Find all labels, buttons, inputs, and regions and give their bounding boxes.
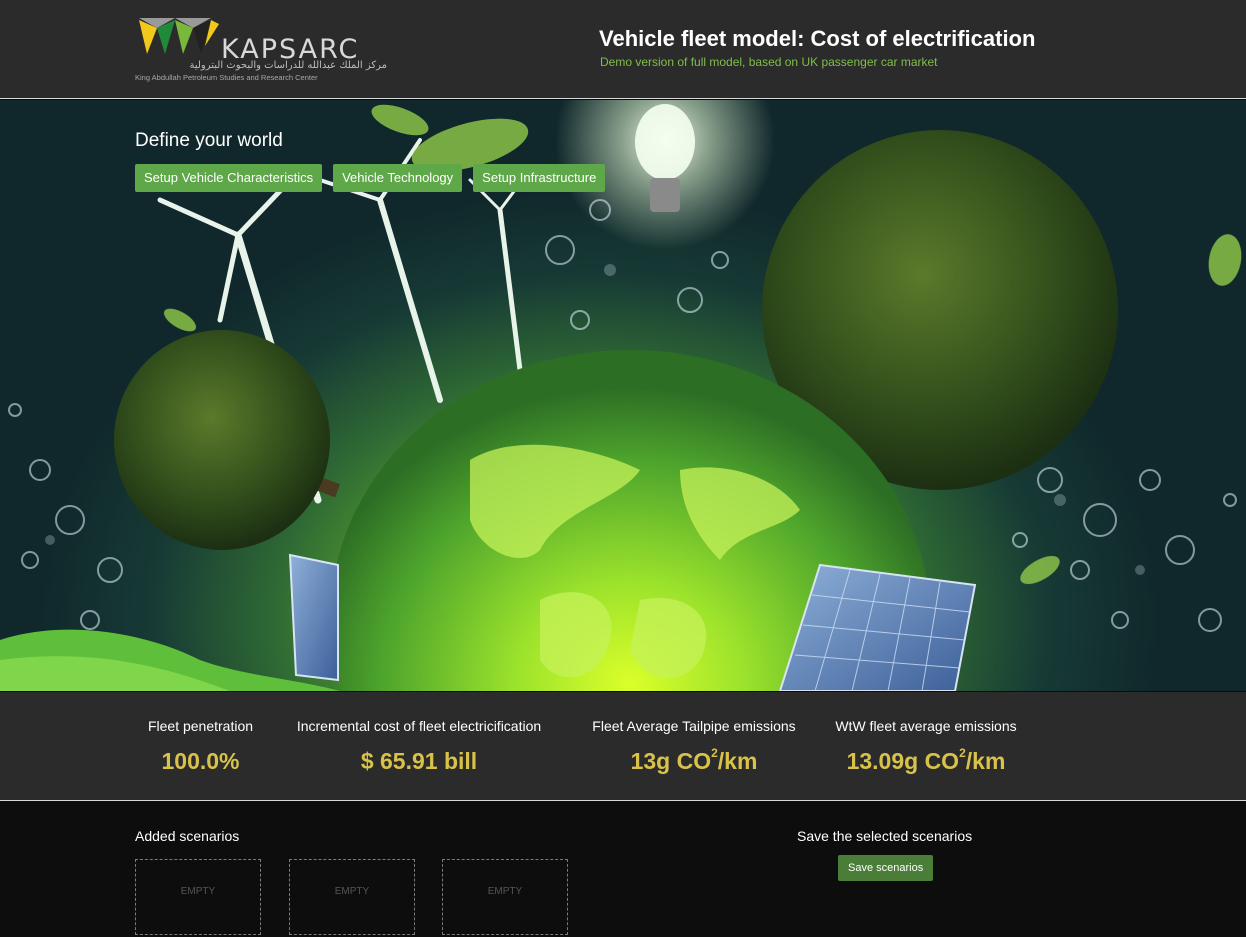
metric-value-unit: /km [965,748,1006,774]
save-scenarios-button[interactable]: Save scenarios [838,855,934,881]
app-header: KAPSARC مركز الملك عبدالله للدراسات والب… [0,0,1246,99]
metric-value: 100.0% [161,748,240,774]
metric-label: Incremental cost of fleet electricificat… [296,718,542,734]
vehicle-technology-button[interactable]: Vehicle Technology [333,164,463,192]
metric-incremental-cost: Incremental cost of fleet electricificat… [286,718,552,775]
logo-arabic-name: مركز الملك عبدالله للدراسات والبحوث البت… [189,60,387,71]
page-subtitle: Demo version of full model, based on UK … [600,55,938,69]
logo-center-name: King Abdullah Petroleum Studies and Rese… [135,73,318,82]
scenarios-section: Added scenarios EMPTY EMPTY EMPTY Save t… [0,802,1246,937]
metric-label: Fleet Average Tailpipe emissions [592,718,796,734]
scenario-slot-2[interactable]: EMPTY [289,859,415,935]
metric-value: 13.09g CO2/km [829,746,1023,775]
added-scenarios-heading: Added scenarios [135,828,240,844]
define-world-heading: Define your world [135,130,283,151]
kapsarc-logo-icon [139,18,219,54]
metric-value-main: 13g CO [630,748,712,774]
metric-label: WtW fleet average emissions [835,718,1017,734]
setup-vehicle-characteristics-button[interactable]: Setup Vehicle Characteristics [135,164,323,192]
hero-banner: Define your world Setup Vehicle Characte… [0,100,1246,691]
metric-value-subscript: 2 [959,746,966,760]
page-title: Vehicle fleet model: Cost of electrifica… [599,26,1036,51]
setup-button-group: Setup Vehicle Characteristics Vehicle Te… [135,164,606,192]
metric-value-unit: /km [717,748,758,774]
metric-value: 13g CO2/km [588,746,800,775]
save-scenarios-heading: Save the selected scenarios [797,828,973,844]
metric-value-subscript: 2 [711,746,718,760]
metric-value-main: 13.09g CO [846,748,960,774]
metric-tailpipe-emissions: Fleet Average Tailpipe emissions 13g CO2… [588,718,800,775]
scenario-slot-1[interactable]: EMPTY [135,859,261,935]
kapsarc-logo[interactable]: KAPSARC مركز الملك عبدالله للدراسات والب… [135,14,395,86]
metric-label: Fleet penetration [147,718,254,734]
metric-wtw-emissions: WtW fleet average emissions 13.09g CO2/k… [829,718,1023,775]
scenario-slot-3[interactable]: EMPTY [442,859,568,935]
setup-infrastructure-button[interactable]: Setup Infrastructure [473,164,606,192]
metric-value: $ 65.91 bill [360,748,478,774]
metrics-bar: Fleet penetration 100.0% Incremental cos… [0,692,1246,801]
metric-fleet-penetration: Fleet penetration 100.0% [143,718,258,775]
